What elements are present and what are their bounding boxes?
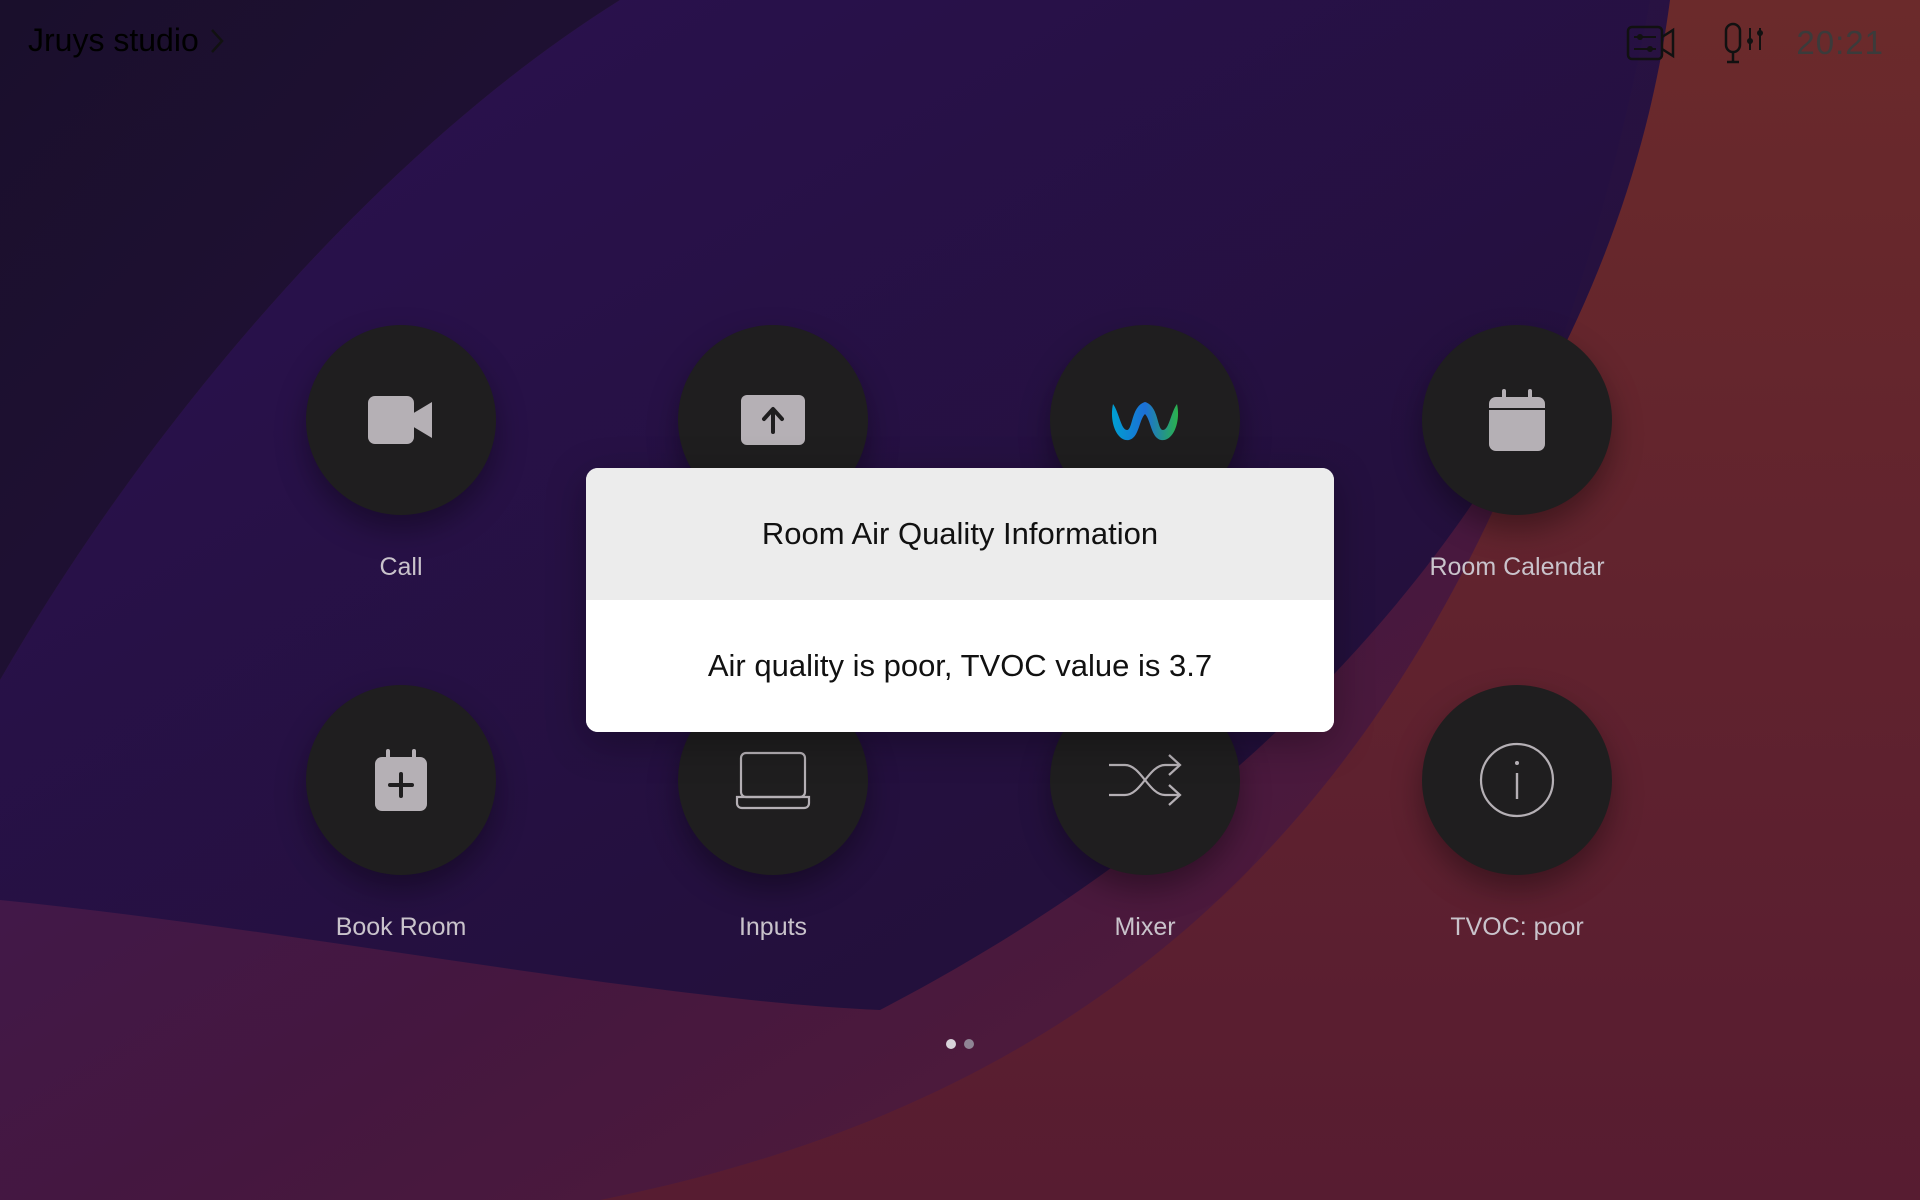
video-camera-icon bbox=[368, 396, 432, 444]
microphone-settings-icon[interactable] bbox=[1722, 22, 1766, 66]
page-indicator bbox=[946, 1039, 974, 1049]
top-bar: Jruys studio 20:21 bbox=[0, 0, 1920, 90]
page-dot-1[interactable] bbox=[946, 1039, 956, 1049]
call-button[interactable] bbox=[306, 325, 496, 515]
page-dot-2[interactable] bbox=[964, 1039, 974, 1049]
book-room-button[interactable] bbox=[306, 685, 496, 875]
laptop-icon bbox=[735, 751, 811, 810]
calendar-add-icon bbox=[375, 749, 427, 811]
clock: 20:21 bbox=[1796, 24, 1884, 61]
room-calendar-button[interactable] bbox=[1422, 325, 1612, 515]
room-name-button[interactable]: Jruys studio bbox=[28, 22, 227, 59]
room-name-label: Jruys studio bbox=[28, 22, 199, 58]
book-room-label: Book Room bbox=[335, 913, 467, 941]
tvoc-button[interactable] bbox=[1422, 685, 1612, 875]
call-label: Call bbox=[379, 553, 423, 581]
tvoc-label: TVOC: poor bbox=[1450, 913, 1584, 941]
dialog-title: Room Air Quality Information bbox=[586, 468, 1334, 600]
dialog-message: Air quality is poor, TVOC value is 3.7 bbox=[586, 600, 1334, 732]
mixer-label: Mixer bbox=[1114, 913, 1176, 941]
share-screen-icon bbox=[741, 395, 805, 445]
camera-settings-icon[interactable] bbox=[1626, 22, 1676, 64]
air-quality-dialog[interactable]: Room Air Quality Information Air quality… bbox=[586, 468, 1334, 732]
info-icon bbox=[1479, 742, 1555, 818]
chevron-right-icon bbox=[210, 28, 224, 53]
calendar-icon bbox=[1489, 389, 1545, 451]
inputs-label: Inputs bbox=[738, 913, 808, 941]
shuffle-icon bbox=[1109, 754, 1182, 806]
webex-logo-icon bbox=[1111, 402, 1179, 441]
room-calendar-label: Room Calendar bbox=[1429, 553, 1605, 581]
